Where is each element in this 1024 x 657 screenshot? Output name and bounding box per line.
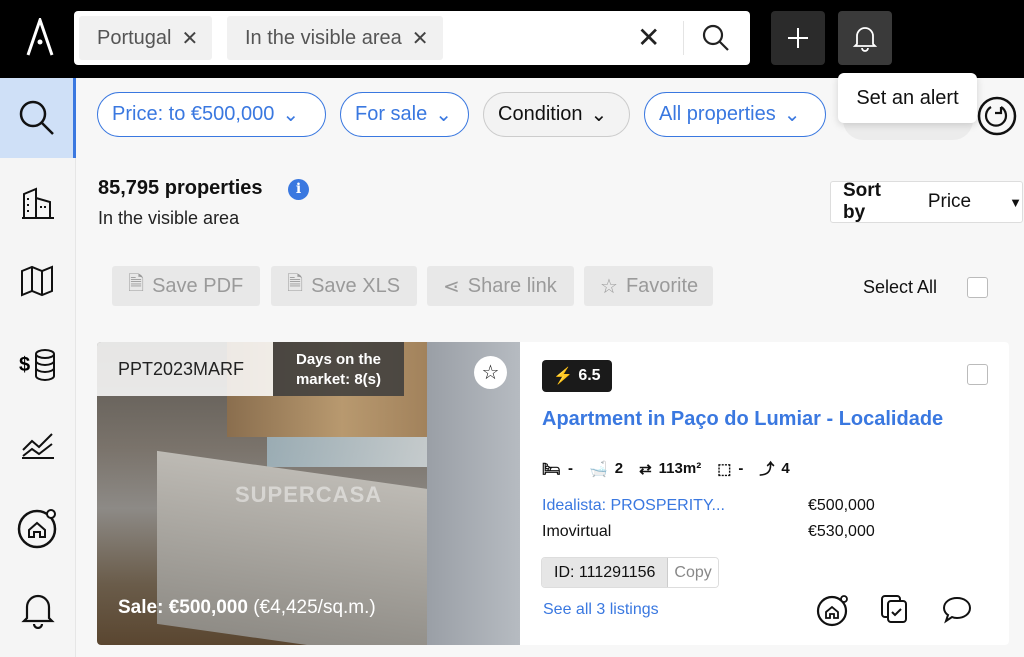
sidebar-item-alerts[interactable] — [0, 575, 76, 645]
source-link[interactable]: Idealista: PROSPERITY... — [542, 497, 725, 515]
listing-photo[interactable]: SUPERCASA PPT2023MARF Days on the market:… — [97, 342, 520, 645]
rooms-icon: ⬚ — [717, 460, 732, 478]
filter-price[interactable]: Price: to €500,000 ⌄ — [97, 92, 326, 137]
sidebar-item-map[interactable] — [0, 246, 76, 316]
filter-deal-type[interactable]: For sale ⌄ — [340, 92, 469, 137]
filter-property-type[interactable]: All properties ⌄ — [644, 92, 826, 137]
search-box[interactable]: Portugal ✕ In the visible area ✕ ✕ — [74, 11, 750, 65]
sidebar-item-search[interactable] — [0, 78, 76, 158]
search-chip-portugal: Portugal ✕ — [79, 16, 213, 60]
stairs-icon: ⤴ — [759, 461, 775, 478]
filter-condition[interactable]: Condition ⌄ — [483, 92, 630, 137]
map-icon — [21, 265, 53, 297]
remove-chip-icon[interactable]: ✕ — [412, 26, 429, 51]
remove-chip-icon[interactable]: ✕ — [182, 26, 199, 51]
chevron-down-icon: ⌄ — [435, 104, 453, 126]
photo-detail — [267, 437, 447, 467]
caret-down-icon: ▼ — [1009, 194, 1022, 210]
select-all-label: Select All — [863, 277, 938, 297]
save-xls-button[interactable]: 🗎 Save XLS — [271, 266, 417, 306]
sidebar-item-buildings[interactable] — [0, 168, 76, 238]
area-icon: ⇄ — [639, 460, 652, 478]
chevron-down-icon: ⌄ — [590, 104, 608, 126]
source-name: Imovirtual — [542, 523, 612, 540]
comment-icon[interactable] — [942, 596, 972, 624]
watermark: SUPERCASA — [235, 482, 383, 507]
sidebar-item-analytics[interactable] — [0, 410, 76, 480]
copy-id-button[interactable]: Copy — [667, 558, 718, 587]
chart-icon — [22, 433, 54, 459]
sale-price: Sale: €500,000 (€4,425/sq.m.) — [118, 597, 376, 618]
file-xls-icon: 🗎 — [287, 273, 304, 295]
favorite-star-button[interactable]: ☆ — [474, 356, 507, 389]
top-bar: Portugal ✕ In the visible area ✕ ✕ — [0, 0, 1024, 78]
clear-search-icon[interactable]: ✕ — [637, 23, 660, 53]
source-price: €530,000 — [808, 523, 875, 540]
listing-title[interactable]: Apartment in Paço do Lumiar - Localidade — [542, 408, 943, 431]
bell-icon — [21, 594, 55, 629]
home-circle-icon — [17, 509, 57, 549]
star-icon: ☆ — [481, 362, 500, 384]
share-icon: ⋖ — [443, 275, 460, 298]
bed-icon: 🛏 — [542, 460, 562, 478]
logo-icon[interactable] — [26, 18, 54, 56]
select-all-checkbox[interactable] — [967, 277, 988, 298]
listing-id: ID: 111291156 Copy — [541, 557, 719, 588]
alert-button[interactable] — [838, 11, 892, 65]
listing-checkbox[interactable] — [967, 364, 988, 385]
score-badge: ⚡ 6.5 — [542, 360, 612, 392]
share-link-button[interactable]: ⋖ Share link — [427, 266, 574, 306]
lightning-icon: ⚡ — [553, 368, 574, 385]
home-circle-icon[interactable] — [816, 593, 850, 627]
svg-text:$: $ — [19, 354, 30, 376]
sidebar: $ — [0, 78, 76, 657]
sort-dropdown[interactable]: Sort by Price ▼ — [830, 180, 1023, 223]
copy-check-icon[interactable] — [881, 595, 909, 625]
photo-detail — [427, 342, 520, 645]
info-icon[interactable]: i — [288, 179, 309, 200]
listing-card[interactable]: SUPERCASA PPT2023MARF Days on the market:… — [97, 342, 1009, 645]
listing-features: 🛏 - 🛁 2 ⇄ 113m² ⬚ - ⤴ 4 — [542, 460, 790, 478]
money-stack-icon: $ — [19, 349, 55, 382]
search-chip-visible-area: In the visible area ✕ — [227, 16, 443, 60]
bell-icon — [852, 27, 878, 52]
chevron-down-icon: ⌄ — [783, 104, 801, 126]
file-pdf-icon: 🗎 — [128, 273, 145, 295]
bath-icon: 🛁 — [589, 460, 608, 478]
search-icon[interactable] — [702, 24, 730, 52]
days-on-market: Days on the market: 8(s) — [273, 342, 404, 396]
listing-code: PPT2023MARF — [97, 342, 273, 396]
sidebar-item-home-alerts[interactable] — [0, 493, 76, 563]
star-icon: ☆ — [600, 275, 618, 298]
favorite-button[interactable]: ☆ Favorite — [584, 266, 713, 306]
plus-icon — [788, 28, 808, 48]
tooltip-set-alert: Set an alert — [838, 73, 977, 123]
add-button[interactable] — [771, 11, 825, 65]
results-area: In the visible area — [98, 208, 240, 228]
search-icon — [19, 100, 54, 135]
results-count: 85,795 properties — [98, 177, 263, 199]
chevron-down-icon: ⌄ — [282, 104, 300, 126]
refresh-icon[interactable] — [976, 95, 1018, 137]
see-all-listings-link[interactable]: See all 3 listings — [543, 601, 659, 619]
save-pdf-button[interactable]: 🗎 Save PDF — [112, 266, 260, 306]
building-icon — [22, 187, 54, 219]
source-price: €500,000 — [808, 497, 875, 514]
sidebar-item-finance[interactable]: $ — [0, 330, 76, 400]
divider — [683, 21, 684, 55]
